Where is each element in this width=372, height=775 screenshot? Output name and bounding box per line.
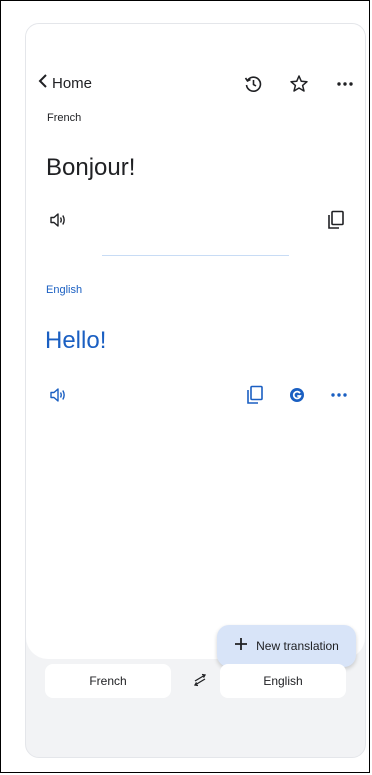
source-language-button[interactable]: French (45, 664, 171, 698)
swap-arrows-icon[interactable] (190, 670, 210, 695)
back-label: Home (52, 75, 93, 92)
speaker-icon[interactable] (46, 208, 70, 232)
top-actions (241, 72, 357, 96)
divider (102, 255, 289, 256)
history-icon[interactable] (241, 72, 265, 96)
device-frame: Home French Bonjour! English Hello! New … (0, 0, 370, 773)
chevron-left-icon (38, 74, 48, 93)
copy-icon[interactable] (324, 208, 348, 232)
target-language-label: English (46, 284, 83, 296)
star-icon[interactable] (287, 72, 311, 96)
source-text[interactable]: Bonjour! (46, 154, 135, 182)
copy-icon[interactable] (243, 383, 267, 407)
speaker-icon[interactable] (46, 383, 70, 407)
new-translation-button[interactable]: New translation (217, 625, 356, 667)
more-horizontal-icon[interactable] (327, 383, 351, 407)
more-horizontal-icon[interactable] (333, 72, 357, 96)
target-language-button[interactable]: English (220, 664, 346, 698)
phone-screen: Home French Bonjour! English Hello! New … (25, 23, 366, 758)
new-translation-label: New translation (256, 639, 339, 653)
google-icon[interactable] (285, 383, 309, 407)
top-bar: Home (34, 72, 357, 96)
translation-actions (243, 383, 351, 407)
language-bar: French English (26, 664, 365, 704)
translation-sheet: Home French Bonjour! English Hello! (26, 24, 365, 659)
back-button[interactable]: Home (38, 74, 92, 93)
plus-icon (234, 637, 248, 656)
source-language-label: French (47, 112, 82, 124)
translated-text[interactable]: Hello! (45, 327, 106, 355)
